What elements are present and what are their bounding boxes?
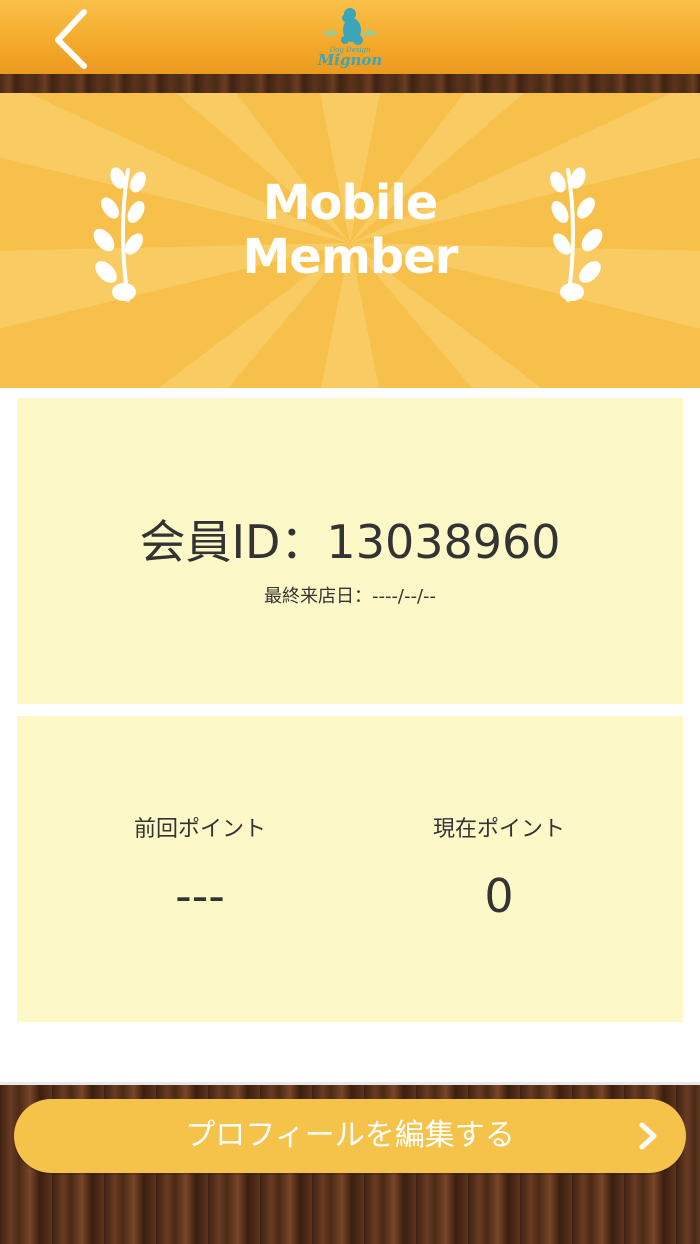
previous-points-value: --- (175, 869, 225, 923)
chevron-right-icon (639, 1122, 657, 1150)
chevron-left-icon (55, 9, 87, 69)
previous-points-label: 前回ポイント (133, 817, 266, 842)
back-button[interactable] (46, 6, 102, 70)
mobile-member-banner: Mobile Member (0, 93, 700, 388)
current-points-value: 0 (484, 869, 514, 923)
last-visit-date: 最終来店日：----/--/-- (263, 586, 437, 607)
edit-profile-button[interactable]: プロフィールを編集する (14, 1099, 686, 1173)
poodle-logo-icon (322, 8, 378, 45)
logo-name: Mignon (317, 51, 383, 69)
current-points-label: 現在ポイント (432, 817, 565, 842)
app-header: Dog Design Mignon (0, 0, 700, 74)
member-id: 会員ID：13038960 (139, 515, 561, 569)
wood-divider (0, 74, 700, 93)
brand-logo: Dog Design Mignon (312, 4, 388, 70)
laurel-branch-left-icon (93, 167, 146, 302)
edit-profile-label: プロフィールを編集する (185, 1118, 515, 1153)
laurel-branch-right-icon (550, 167, 603, 302)
